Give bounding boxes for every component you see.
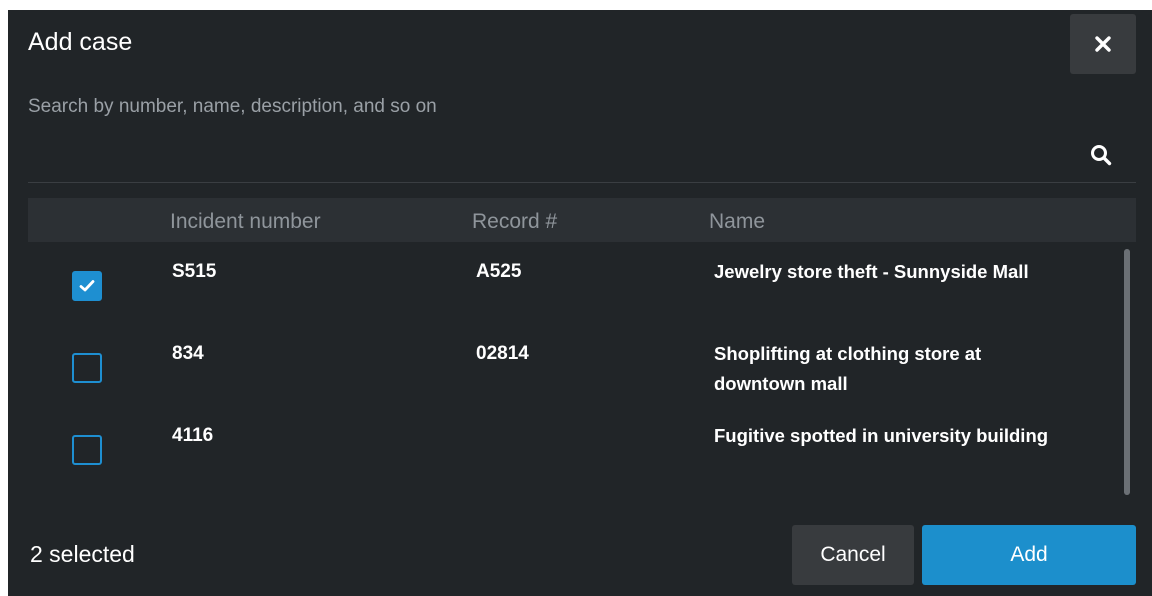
search-input[interactable] — [28, 90, 1078, 160]
cancel-button[interactable]: Cancel — [792, 525, 914, 585]
table-scrollbar[interactable] — [1124, 249, 1130, 495]
name-cell: Jewelry store theft - Sunnyside Mall — [714, 261, 1029, 282]
selected-count: 2 selected — [30, 541, 135, 567]
row-checkbox[interactable] — [72, 435, 102, 465]
incident-number-cell: S515 — [172, 261, 217, 282]
checkmark-icon — [79, 280, 95, 292]
name-cell: Fugitive spotted in university building — [714, 425, 1049, 446]
column-header-record[interactable]: Record # — [472, 210, 557, 234]
close-button[interactable] — [1070, 14, 1136, 74]
table-header: Incident number Record # Name — [28, 198, 1136, 242]
search-icon — [1091, 145, 1112, 166]
close-icon — [1095, 36, 1111, 52]
row-checkbox[interactable] — [72, 353, 102, 383]
table-row[interactable]: 834 02814 Shoplifting at clothing store … — [28, 324, 1118, 406]
name-cell: Shoplifting at clothing store at downtow… — [714, 343, 982, 394]
case-table-body: S515 A525 Jewelry store theft - Sunnysid… — [28, 242, 1136, 497]
scrollbar-thumb[interactable] — [1124, 249, 1130, 495]
column-header-incident-number[interactable]: Incident number — [170, 210, 321, 234]
record-cell: A525 — [476, 261, 522, 282]
table-row[interactable]: 4116 Fugitive spotted in university buil… — [28, 406, 1118, 488]
dialog-title: Add case — [28, 28, 133, 56]
search-area — [28, 90, 1136, 183]
column-header-name[interactable]: Name — [709, 210, 765, 234]
add-case-dialog: Add case Incident number Record # Name S… — [8, 10, 1152, 596]
row-checkbox[interactable] — [72, 271, 102, 301]
table-row[interactable]: S515 A525 Jewelry store theft - Sunnysid… — [28, 242, 1118, 324]
incident-number-cell: 4116 — [172, 425, 214, 446]
add-button[interactable]: Add — [922, 525, 1136, 585]
incident-number-cell: 834 — [172, 343, 204, 364]
search-button[interactable] — [1086, 140, 1116, 170]
record-cell: 02814 — [476, 343, 529, 364]
